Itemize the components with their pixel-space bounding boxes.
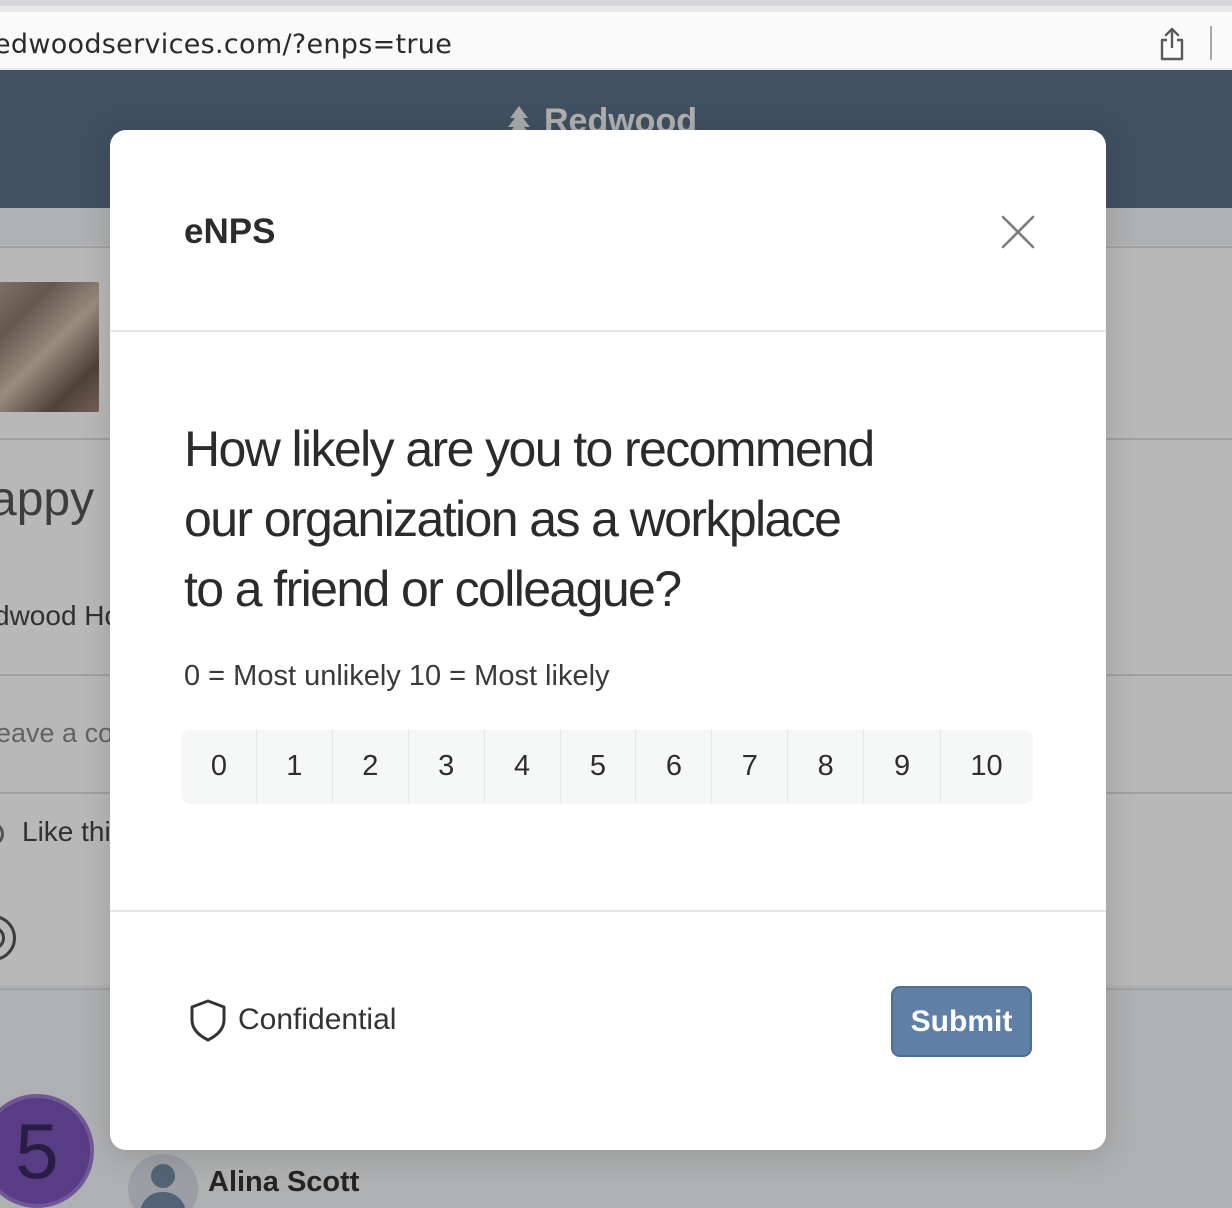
score-option-10[interactable]: 10	[941, 730, 1032, 802]
question-line: How likely are you to recommend	[184, 421, 875, 477]
confidential-notice: Confidential	[188, 998, 396, 1042]
browser-toolbar: edwoodservices.com/?enps=true	[0, 0, 1232, 70]
confidential-label: Confidential	[238, 1003, 397, 1036]
close-icon[interactable]	[998, 212, 1038, 252]
score-option-5[interactable]: 5	[561, 730, 637, 802]
shield-icon	[190, 999, 226, 1042]
question-line: our organization as a workplace	[184, 491, 842, 547]
dialog-title: eNPS	[184, 212, 276, 251]
enps-dialog: eNPS How likely are you to recommend our…	[110, 130, 1106, 1150]
url-text[interactable]: edwoodservices.com/?enps=true	[0, 29, 452, 60]
dialog-header-divider	[110, 330, 1106, 332]
score-option-3[interactable]: 3	[409, 730, 485, 802]
score-scale: 0 1 2 3 4 5 6 7 8 9 10	[182, 730, 1032, 802]
toolbar-separator	[1210, 26, 1212, 60]
submit-button[interactable]: Submit	[891, 986, 1032, 1057]
share-icon[interactable]	[1158, 26, 1186, 62]
scale-hint: 0 = Most unlikely 10 = Most likely	[184, 660, 610, 692]
score-option-8[interactable]: 8	[788, 730, 865, 802]
question-line: to a friend or colleague?	[184, 561, 682, 617]
score-option-2[interactable]: 2	[333, 730, 409, 802]
survey-question: How likely are you to recommend our orga…	[184, 414, 944, 624]
score-option-7[interactable]: 7	[712, 730, 789, 802]
dialog-footer-divider	[110, 910, 1106, 912]
score-option-1[interactable]: 1	[257, 730, 333, 802]
score-option-6[interactable]: 6	[636, 730, 713, 802]
score-option-4[interactable]: 4	[485, 730, 561, 802]
score-option-0[interactable]: 0	[182, 730, 257, 802]
score-option-9[interactable]: 9	[864, 730, 942, 802]
address-bar[interactable]: edwoodservices.com/?enps=true	[0, 12, 1232, 68]
